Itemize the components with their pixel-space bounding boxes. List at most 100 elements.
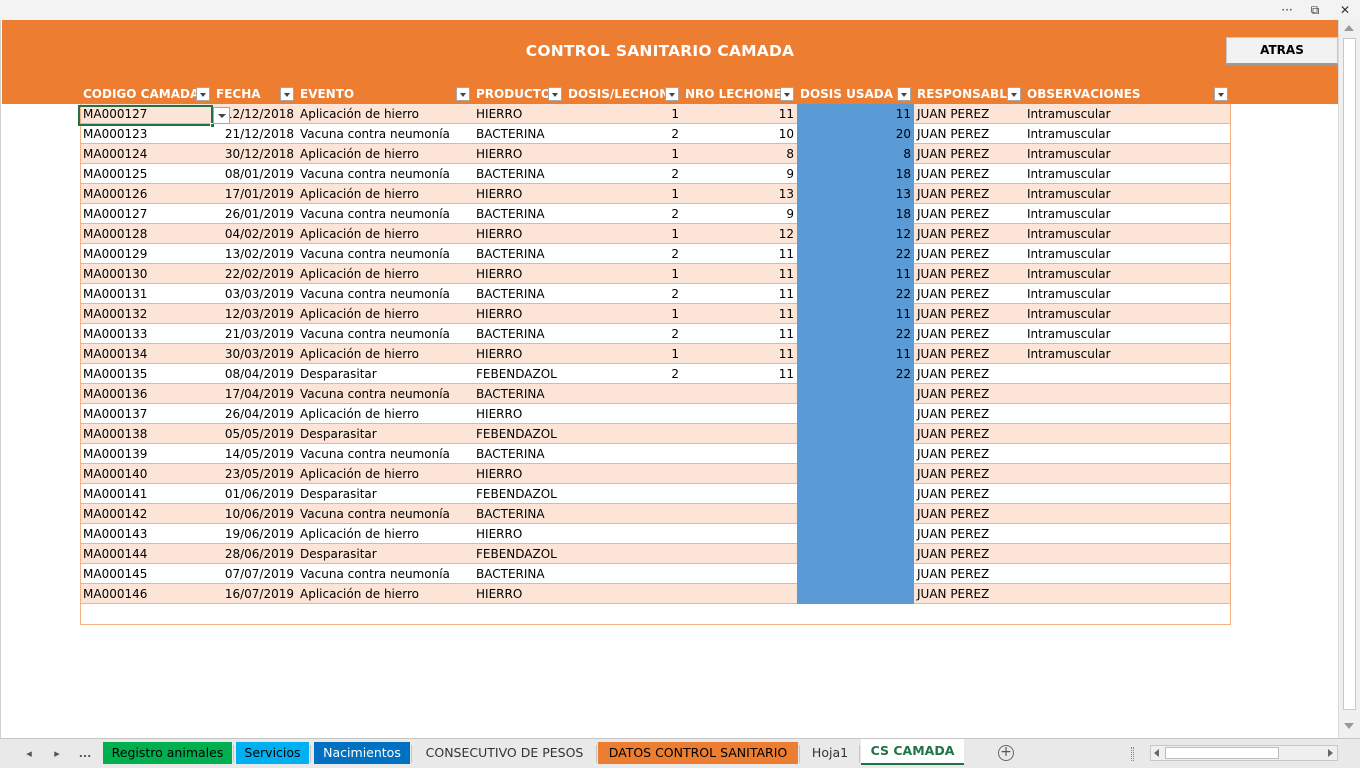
cell-nro-lechones[interactable]: [682, 444, 797, 464]
cell-evento[interactable]: Aplicación de hierro: [297, 404, 473, 424]
cell-codigo[interactable]: MA000142: [80, 504, 213, 524]
cell-dosis-lechon[interactable]: 1: [565, 184, 682, 204]
cell-codigo[interactable]: MA000126: [80, 184, 213, 204]
cell-dosis-lechon[interactable]: [565, 504, 682, 524]
cell-fecha[interactable]: 01/06/2019: [213, 484, 297, 504]
cell-nro-lechones[interactable]: [682, 484, 797, 504]
cell-producto[interactable]: BACTERINA: [473, 164, 565, 184]
cell-dosis-lechon[interactable]: 1: [565, 304, 682, 324]
filter-dropdown-icon[interactable]: [280, 87, 294, 101]
cell-producto[interactable]: FEBENDAZOL: [473, 364, 565, 384]
sheet-tab-servicios[interactable]: Servicios: [236, 742, 309, 764]
cell-responsable[interactable]: JUAN PEREZ: [914, 244, 1024, 264]
cell-dosis-usada[interactable]: 12: [797, 224, 914, 244]
cell-dosis-lechon[interactable]: 2: [565, 164, 682, 184]
cell-evento[interactable]: Desparasitar: [297, 424, 473, 444]
vertical-scroll-thumb[interactable]: [1343, 38, 1356, 710]
cell-dosis-usada[interactable]: 11: [797, 104, 914, 124]
cell-producto[interactable]: HIERRO: [473, 524, 565, 544]
filter-dropdown-icon[interactable]: [548, 87, 562, 101]
cell-observaciones[interactable]: Intramuscular: [1024, 344, 1231, 364]
cell-evento[interactable]: Aplicación de hierro: [297, 344, 473, 364]
cell-evento[interactable]: Aplicación de hierro: [297, 144, 473, 164]
cell-producto[interactable]: HIERRO: [473, 264, 565, 284]
cell-nro-lechones[interactable]: [682, 424, 797, 444]
cell-evento[interactable]: Aplicación de hierro: [297, 264, 473, 284]
cell-dosis-lechon[interactable]: 2: [565, 364, 682, 384]
cell-fecha[interactable]: 16/07/2019: [213, 584, 297, 604]
cell-validation-dropdown[interactable]: [213, 107, 230, 124]
cell-dosis-lechon[interactable]: 1: [565, 224, 682, 244]
more-tabs-button[interactable]: ...: [77, 745, 93, 763]
cell-producto[interactable]: FEBENDAZOL: [473, 544, 565, 564]
cell-fecha[interactable]: 23/05/2019: [213, 464, 297, 484]
cell-fecha[interactable]: 17/04/2019: [213, 384, 297, 404]
cell-dosis-lechon[interactable]: 2: [565, 284, 682, 304]
cell-observaciones[interactable]: Intramuscular: [1024, 304, 1231, 324]
cell-fecha[interactable]: 26/04/2019: [213, 404, 297, 424]
cell-codigo[interactable]: MA000140: [80, 464, 213, 484]
cell-evento[interactable]: Vacuna contra neumonía: [297, 124, 473, 144]
cell-nro-lechones[interactable]: 9: [682, 164, 797, 184]
cell-codigo[interactable]: MA000134: [80, 344, 213, 364]
cell-responsable[interactable]: JUAN PEREZ: [914, 284, 1024, 304]
cell-observaciones[interactable]: [1024, 544, 1231, 564]
cell-fecha[interactable]: 10/06/2019: [213, 504, 297, 524]
filter-dropdown-icon[interactable]: [665, 87, 679, 101]
cell-responsable[interactable]: JUAN PEREZ: [914, 524, 1024, 544]
cell-dosis-lechon[interactable]: 2: [565, 244, 682, 264]
cell-observaciones[interactable]: Intramuscular: [1024, 184, 1231, 204]
cell-producto[interactable]: BACTERINA: [473, 324, 565, 344]
cell-dosis-usada[interactable]: 22: [797, 364, 914, 384]
cell-dosis-usada[interactable]: [797, 424, 914, 444]
cell-observaciones[interactable]: Intramuscular: [1024, 224, 1231, 244]
cell-dosis-lechon[interactable]: 1: [565, 144, 682, 164]
cell-responsable[interactable]: JUAN PEREZ: [914, 144, 1024, 164]
cell-responsable[interactable]: JUAN PEREZ: [914, 204, 1024, 224]
scroll-right-icon[interactable]: [1328, 749, 1333, 757]
cell-responsable[interactable]: JUAN PEREZ: [914, 344, 1024, 364]
cell-producto[interactable]: BACTERINA: [473, 204, 565, 224]
cell-codigo[interactable]: MA000123: [80, 124, 213, 144]
cell-fecha[interactable]: 30/03/2019: [213, 344, 297, 364]
cell-fecha[interactable]: 08/01/2019: [213, 164, 297, 184]
cell-responsable[interactable]: JUAN PEREZ: [914, 184, 1024, 204]
cell-nro-lechones[interactable]: 13: [682, 184, 797, 204]
cell-nro-lechones[interactable]: 11: [682, 104, 797, 124]
cell-evento[interactable]: Aplicación de hierro: [297, 584, 473, 604]
cell-responsable[interactable]: JUAN PEREZ: [914, 124, 1024, 144]
cell-nro-lechones[interactable]: 12: [682, 224, 797, 244]
cell-evento[interactable]: Vacuna contra neumonía: [297, 164, 473, 184]
cell-fecha[interactable]: 05/05/2019: [213, 424, 297, 444]
cell-dosis-lechon[interactable]: 1: [565, 104, 682, 124]
cell-responsable[interactable]: JUAN PEREZ: [914, 544, 1024, 564]
cell-nro-lechones[interactable]: 11: [682, 244, 797, 264]
cell-observaciones[interactable]: [1024, 424, 1231, 444]
cell-nro-lechones[interactable]: 11: [682, 304, 797, 324]
cell-evento[interactable]: Vacuna contra neumonía: [297, 384, 473, 404]
cell-fecha[interactable]: 21/03/2019: [213, 324, 297, 344]
filter-dropdown-icon[interactable]: [196, 87, 210, 101]
cell-dosis-lechon[interactable]: 1: [565, 344, 682, 364]
cell-codigo[interactable]: MA000139: [80, 444, 213, 464]
close-icon[interactable]: ✕: [1332, 1, 1358, 19]
cell-nro-lechones[interactable]: 11: [682, 364, 797, 384]
cell-nro-lechones[interactable]: 9: [682, 204, 797, 224]
cell-codigo[interactable]: MA000145: [80, 564, 213, 584]
cell-fecha[interactable]: 26/01/2019: [213, 204, 297, 224]
cell-responsable[interactable]: JUAN PEREZ: [914, 444, 1024, 464]
cell-dosis-usada[interactable]: 18: [797, 204, 914, 224]
cell-fecha[interactable]: 21/12/2018: [213, 124, 297, 144]
cell-evento[interactable]: Aplicación de hierro: [297, 304, 473, 324]
cell-evento[interactable]: Aplicación de hierro: [297, 184, 473, 204]
scroll-left-icon[interactable]: [1154, 749, 1159, 757]
cell-observaciones[interactable]: Intramuscular: [1024, 204, 1231, 224]
cell-dosis-usada[interactable]: 22: [797, 284, 914, 304]
cell-nro-lechones[interactable]: [682, 524, 797, 544]
cell-observaciones[interactable]: Intramuscular: [1024, 144, 1231, 164]
cell-responsable[interactable]: JUAN PEREZ: [914, 484, 1024, 504]
cell-dosis-usada[interactable]: 22: [797, 244, 914, 264]
cell-producto[interactable]: HIERRO: [473, 404, 565, 424]
cell-responsable[interactable]: JUAN PEREZ: [914, 364, 1024, 384]
cell-dosis-lechon[interactable]: 2: [565, 324, 682, 344]
